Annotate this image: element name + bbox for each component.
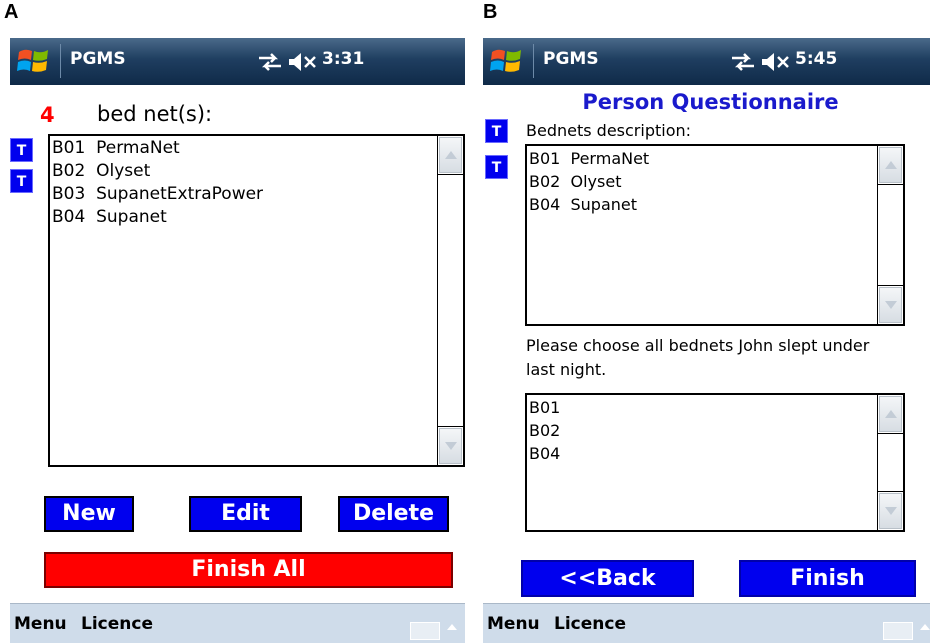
menu-bar: Menu Licence [483, 603, 930, 643]
vertical-scrollbar[interactable] [877, 395, 903, 530]
bednet-listbox[interactable]: B01 PermaNet B02 Olyset B03 SupanetExtra… [48, 134, 465, 467]
description-label: Bednets description: [526, 121, 692, 140]
new-button[interactable]: New [44, 496, 134, 532]
keyboard-icon[interactable] [410, 622, 440, 640]
scroll-up-button[interactable] [879, 396, 902, 432]
scroll-track[interactable] [878, 433, 903, 492]
list-item[interactable]: B04 Supanet [529, 193, 877, 216]
vertical-scrollbar[interactable] [437, 136, 463, 465]
titlebar-separator [533, 44, 534, 78]
menu-bar: Menu Licence [10, 603, 465, 643]
scroll-down-button[interactable] [439, 428, 462, 464]
delete-button[interactable]: Delete [338, 496, 449, 532]
vertical-scrollbar[interactable] [877, 146, 903, 324]
listbox-items: B01 PermaNet B02 Olyset B03 SupanetExtra… [50, 136, 437, 229]
caret-up-icon[interactable] [447, 624, 457, 630]
question-text: Please choose all bednets John slept und… [526, 334, 869, 382]
licence-softkey[interactable]: Licence [554, 614, 626, 634]
list-item[interactable]: B02 [529, 419, 877, 442]
list-item[interactable]: B02 Olyset [529, 170, 877, 193]
panel-label-b: B [483, 1, 498, 23]
list-item[interactable]: B04 [529, 442, 877, 465]
titlebar-separator [60, 44, 61, 78]
question-line: last night. [526, 360, 607, 379]
back-button[interactable]: <<Back [521, 560, 694, 597]
list-item[interactable]: B02 Olyset [52, 160, 437, 183]
bednets-description-listbox[interactable]: B01 PermaNet B02 Olyset B04 Supanet [525, 144, 905, 326]
scroll-down-button[interactable] [879, 287, 902, 323]
bednets-choice-listbox[interactable]: B01 B02 B04 [525, 393, 905, 532]
arrow-up-icon [884, 410, 897, 418]
arrow-down-icon [884, 507, 897, 515]
question-line: Please choose all bednets John slept und… [526, 336, 870, 355]
app-title: PGMS [70, 49, 126, 69]
text-input-toggle-button[interactable]: T [10, 169, 33, 193]
caret-up-icon[interactable] [920, 624, 930, 630]
bednet-count: 4 [40, 103, 55, 127]
windows-logo-icon[interactable] [16, 44, 50, 78]
scroll-up-button[interactable] [879, 147, 902, 183]
list-item[interactable]: B03 SupanetExtraPower [52, 183, 437, 206]
edit-button[interactable]: Edit [189, 496, 302, 532]
scroll-track[interactable] [438, 174, 463, 427]
connectivity-icon[interactable] [730, 51, 756, 73]
arrow-up-icon [884, 161, 897, 169]
list-item[interactable]: B01 PermaNet [529, 147, 877, 170]
text-input-toggle-button[interactable]: T [485, 119, 508, 143]
keyboard-icon[interactable] [883, 622, 913, 640]
listbox-items: B01 B02 B04 [527, 395, 877, 465]
scroll-down-button[interactable] [879, 493, 902, 529]
menu-softkey[interactable]: Menu [14, 614, 67, 634]
licence-softkey[interactable]: Licence [81, 614, 153, 634]
bednet-count-label: bed net(s): [97, 102, 213, 126]
windows-logo-icon[interactable] [489, 44, 523, 78]
finish-button[interactable]: Finish [739, 560, 916, 597]
connectivity-icon[interactable] [257, 51, 283, 73]
text-input-toggle-button[interactable]: T [485, 155, 508, 179]
menu-softkey[interactable]: Menu [487, 614, 540, 634]
screen-b: PGMS 5:45 Person Questionnaire T T Bedne… [483, 38, 930, 643]
list-item[interactable]: B04 Supanet [52, 206, 437, 229]
screen-a: PGMS 3:31 4 bed net(s): T T B01 PermaNet… [10, 38, 465, 643]
arrow-down-icon [884, 301, 897, 309]
page-title: Person Questionnaire [582, 90, 839, 114]
titlebar: PGMS 3:31 [10, 38, 465, 85]
arrow-down-icon [444, 442, 457, 450]
list-item[interactable]: B01 [529, 396, 877, 419]
scroll-track[interactable] [878, 184, 903, 286]
text-input-toggle-button[interactable]: T [10, 138, 33, 162]
speaker-muted-icon[interactable] [287, 50, 317, 74]
app-title: PGMS [543, 49, 599, 69]
list-item[interactable]: B01 PermaNet [52, 137, 437, 160]
panel-label-a: A [4, 1, 19, 23]
titlebar: PGMS 5:45 [483, 38, 930, 85]
scroll-up-button[interactable] [439, 137, 462, 173]
arrow-up-icon [444, 151, 457, 159]
finish-all-button[interactable]: Finish All [44, 552, 453, 588]
clock-time: 3:31 [322, 49, 365, 69]
clock-time: 5:45 [795, 49, 838, 69]
speaker-muted-icon[interactable] [760, 50, 790, 74]
listbox-items: B01 PermaNet B02 Olyset B04 Supanet [527, 146, 877, 216]
